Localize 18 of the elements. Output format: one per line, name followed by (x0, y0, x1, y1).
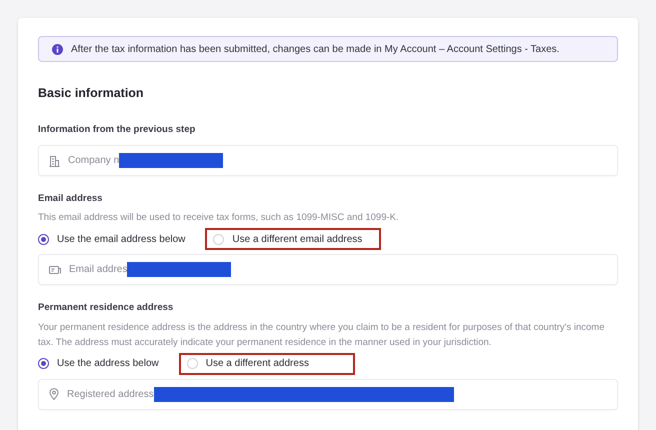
field-text: Email addres (69, 263, 128, 278)
field-label: Email address (38, 192, 104, 206)
field-description: This email address will be used to receive tax forms, such as 1099-MISC and 1099-K. (38, 211, 400, 226)
notice-text: After the tax information has been submitted, changes can be made in My Account – Account Settings - Taxes. (71, 42, 560, 56)
field-text: Company n (68, 154, 120, 168)
section-heading: Basic information (38, 85, 145, 102)
radio-option[interactable]: Use a different email address (213, 232, 362, 247)
field-label: Permanent residence address (38, 301, 174, 316)
radio-option[interactable]: Use the email address below (38, 232, 186, 247)
field-description: Your permanent residence address is the address in the country where you claim to be a resident for purposes of that country's income tax. The address must accurately indicate your permanent residence in the manner used in your jurisdiction. (38, 320, 606, 350)
id-card-icon (49, 264, 61, 275)
field-text: Registered address (67, 388, 154, 402)
radio-option[interactable]: Use the address below (38, 356, 159, 371)
radio-option[interactable]: Use a different address (186, 356, 309, 371)
info-icon (52, 44, 63, 54)
field-label: Information from the previous step (38, 122, 196, 137)
location-pin-icon (49, 388, 59, 400)
building-icon (49, 154, 60, 166)
